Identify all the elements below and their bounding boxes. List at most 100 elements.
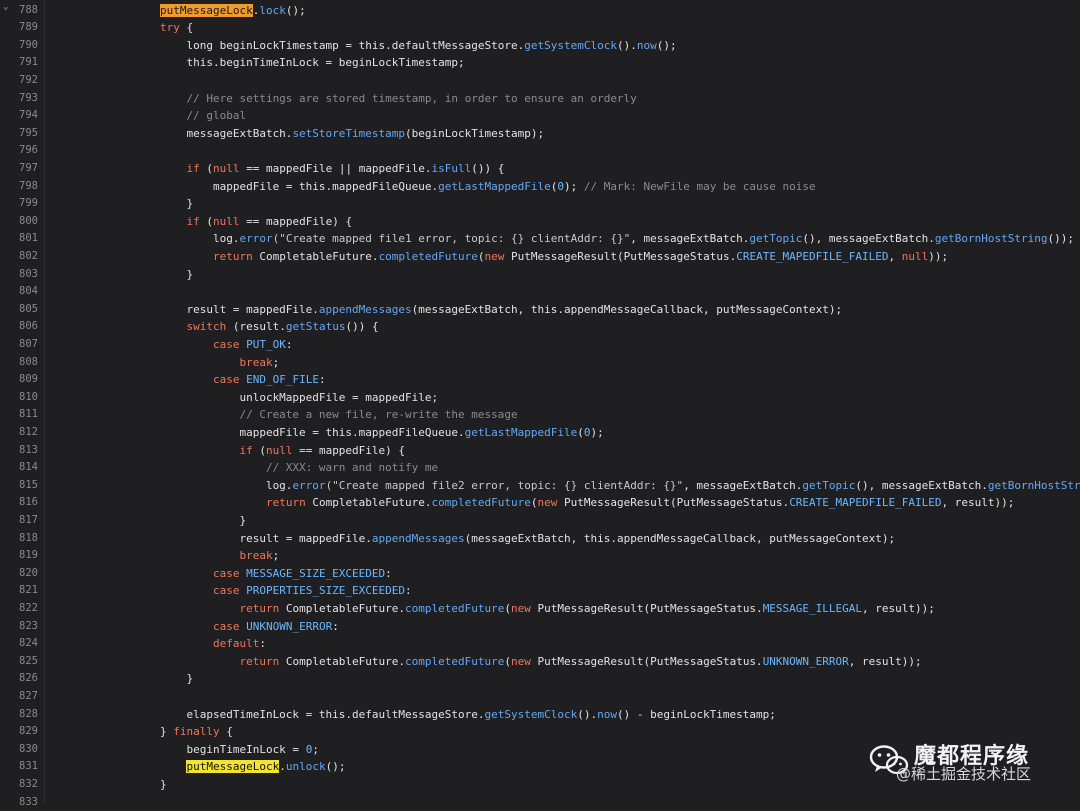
token: long beginLockTimestamp = this.defaultMe… bbox=[107, 39, 524, 52]
token-cmt: // Here settings are stored timestamp, i… bbox=[107, 92, 637, 105]
token: this.beginTimeInLock = beginLockTimestam… bbox=[107, 56, 465, 69]
token: PutMessageResult(PutMessageStatus. bbox=[531, 655, 763, 668]
token-cmt: // Create a new file, re-write the messa… bbox=[107, 408, 518, 421]
token-str: ("Create mapped file1 error, topic: {} c… bbox=[273, 232, 631, 245]
token: beginTimeInLock = bbox=[107, 743, 306, 756]
code-line[interactable]: 794 // global bbox=[48, 107, 1080, 125]
code-line[interactable]: 822 return CompletableFuture.completedFu… bbox=[48, 600, 1080, 618]
token: (messageExtBatch, this.appendMessageCall… bbox=[465, 532, 895, 545]
code-text: result = mappedFile.appendMessages(messa… bbox=[107, 301, 842, 319]
line-number: 815 bbox=[0, 477, 38, 495]
token bbox=[107, 373, 213, 386]
token-num: 0 bbox=[557, 180, 564, 193]
token: unlockMappedFile = mappedFile; bbox=[107, 391, 438, 404]
code-text: putMessageLock.lock(); bbox=[107, 2, 306, 20]
code-text: try { bbox=[107, 19, 193, 37]
token: (); bbox=[657, 39, 677, 52]
line-number: 800 bbox=[0, 213, 38, 231]
code-line[interactable]: 801 log.error("Create mapped file1 error… bbox=[48, 230, 1080, 248]
code-line[interactable]: 825 return CompletableFuture.completedFu… bbox=[48, 653, 1080, 671]
code-line[interactable]: 821 case PROPERTIES_SIZE_EXCEEDED: bbox=[48, 582, 1080, 600]
line-number: 831 bbox=[0, 758, 38, 776]
token: ( bbox=[478, 250, 485, 263]
line-number: 810 bbox=[0, 389, 38, 407]
code-line[interactable]: 812 mappedFile = this.mappedFileQueue.ge… bbox=[48, 424, 1080, 442]
token-str: ("Create mapped file2 error, topic: {} c… bbox=[326, 479, 684, 492]
token bbox=[107, 620, 213, 633]
line-number: 809 bbox=[0, 371, 38, 389]
code-line[interactable]: 803 } bbox=[48, 266, 1080, 284]
code-line[interactable]: 805 result = mappedFile.appendMessages(m… bbox=[48, 301, 1080, 319]
code-text: return CompletableFuture.completedFuture… bbox=[107, 494, 1014, 512]
token-kw: return bbox=[266, 496, 306, 509]
code-line[interactable]: 819 break; bbox=[48, 547, 1080, 565]
token: ); bbox=[590, 426, 603, 439]
code-line[interactable]: 796 bbox=[48, 142, 1080, 160]
code-line[interactable]: 808 break; bbox=[48, 354, 1080, 372]
code-text: putMessageLock.unlock(); bbox=[107, 758, 345, 776]
code-line[interactable]: 800 if (null == mappedFile) { bbox=[48, 213, 1080, 231]
code-line[interactable]: 793 // Here settings are stored timestam… bbox=[48, 90, 1080, 108]
token-kw: case bbox=[213, 567, 240, 580]
token-cst: CREATE_MAPEDFILE_FAILED bbox=[789, 496, 941, 509]
code-line[interactable]: 816 return CompletableFuture.completedFu… bbox=[48, 494, 1080, 512]
code-line[interactable]: 828 elapsedTimeInLock = this.defaultMess… bbox=[48, 706, 1080, 724]
code-line[interactable]: 802 return CompletableFuture.completedFu… bbox=[48, 248, 1080, 266]
token-hl-yellow: putMessageLock bbox=[186, 760, 279, 773]
code-text: elapsedTimeInLock = this.defaultMessageS… bbox=[107, 706, 776, 724]
code-line[interactable]: 807 case PUT_OK: bbox=[48, 336, 1080, 354]
code-line[interactable]: 798 mappedFile = this.mappedFileQueue.ge… bbox=[48, 178, 1080, 196]
token-cst: UNKNOWN_ERROR bbox=[246, 620, 332, 633]
token: } bbox=[107, 672, 193, 685]
code-line[interactable]: 817 } bbox=[48, 512, 1080, 530]
code-line[interactable]: 792 bbox=[48, 72, 1080, 90]
code-line[interactable]: 820 case MESSAGE_SIZE_EXCEEDED: bbox=[48, 565, 1080, 583]
code-text: break; bbox=[107, 354, 279, 372]
code-line[interactable]: 827 bbox=[48, 688, 1080, 706]
token: { bbox=[180, 21, 193, 34]
token: (), messageExtBatch. bbox=[855, 479, 987, 492]
code-line[interactable]: 788 putMessageLock.lock(); bbox=[48, 2, 1080, 20]
code-line[interactable]: 809 case END_OF_FILE: bbox=[48, 371, 1080, 389]
code-area[interactable]: 788 putMessageLock.lock();789 try {790 l… bbox=[48, 0, 1080, 804]
code-line[interactable]: 833 bbox=[48, 794, 1080, 811]
code-line[interactable]: 810 unlockMappedFile = mappedFile; bbox=[48, 389, 1080, 407]
token: ( bbox=[200, 162, 213, 175]
token: (beginLockTimestamp); bbox=[405, 127, 544, 140]
token: ; bbox=[312, 743, 319, 756]
token: . bbox=[279, 760, 286, 773]
line-number: 789 bbox=[0, 19, 38, 37]
code-line[interactable]: 811 // Create a new file, re-write the m… bbox=[48, 406, 1080, 424]
code-line[interactable]: 795 messageExtBatch.setStoreTimestamp(be… bbox=[48, 125, 1080, 143]
token-fn: error bbox=[239, 232, 272, 245]
code-line[interactable]: 823 case UNKNOWN_ERROR: bbox=[48, 618, 1080, 636]
code-line[interactable]: 814 // XXX: warn and notify me bbox=[48, 459, 1080, 477]
code-line[interactable]: 789 try { bbox=[48, 19, 1080, 37]
code-line[interactable]: 790 long beginLockTimestamp = this.defau… bbox=[48, 37, 1080, 55]
code-text: log.error("Create mapped file2 error, to… bbox=[107, 477, 1080, 495]
token bbox=[107, 444, 239, 457]
line-number: 821 bbox=[0, 582, 38, 600]
token: PutMessageResult(PutMessageStatus. bbox=[557, 496, 789, 509]
code-text: } bbox=[107, 266, 193, 284]
code-line[interactable]: 818 result = mappedFile.appendMessages(m… bbox=[48, 530, 1080, 548]
code-line[interactable]: 806 switch (result.getStatus()) { bbox=[48, 318, 1080, 336]
code-line[interactable]: 804 bbox=[48, 283, 1080, 301]
code-line[interactable]: 799 } bbox=[48, 195, 1080, 213]
line-number: 802 bbox=[0, 248, 38, 266]
code-line[interactable]: 791 this.beginTimeInLock = beginLockTime… bbox=[48, 54, 1080, 72]
code-line[interactable]: 813 if (null == mappedFile) { bbox=[48, 442, 1080, 460]
code-editor: ⌄ 788 putMessageLock.lock();789 try {790… bbox=[0, 0, 1080, 804]
token-fn: getTopic bbox=[802, 479, 855, 492]
code-text: if (null == mappedFile) { bbox=[107, 213, 352, 231]
code-line[interactable]: 797 if (null == mappedFile || mappedFile… bbox=[48, 160, 1080, 178]
code-line[interactable]: 826 } bbox=[48, 670, 1080, 688]
code-text: } finally { bbox=[107, 723, 233, 741]
token-fn: getStatus bbox=[286, 320, 346, 333]
line-number: 819 bbox=[0, 547, 38, 565]
code-line[interactable]: 824 default: bbox=[48, 635, 1080, 653]
code-line[interactable]: 815 log.error("Create mapped file2 error… bbox=[48, 477, 1080, 495]
line-number: 804 bbox=[0, 283, 38, 301]
token: { bbox=[220, 725, 233, 738]
token bbox=[107, 637, 213, 650]
